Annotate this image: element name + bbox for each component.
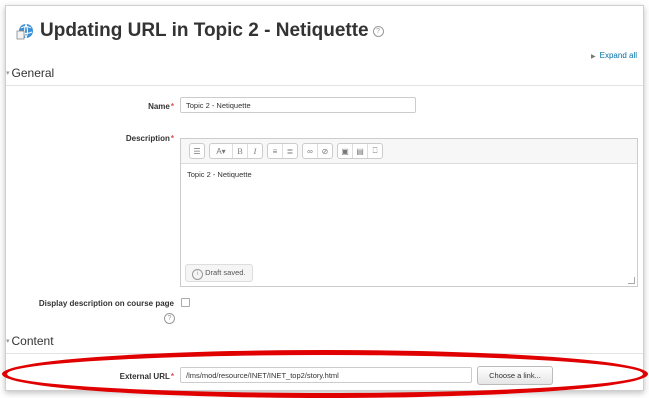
italic-icon[interactable]: I [248,144,262,158]
name-label-text: Name [148,102,170,111]
toolbar-group: A ▾ B I [209,143,263,159]
expand-all-label: Expand all [599,51,637,60]
triangle-right-icon: ▶ [591,54,596,60]
toolbar-group: ∞ ⊘ [302,143,333,159]
font-style-icon[interactable]: A ▾ [210,144,233,158]
help-icon[interactable]: ? [372,25,384,37]
font-style-label: A [216,146,222,156]
required-icon: * [170,372,174,381]
expand-all-link[interactable]: ▶ Expand all [591,51,637,60]
editor-toolbar: ☰ A ▾ B I ≡ ≣ ∞ ⊘ ▣ ▤ ⎕ [181,139,637,164]
page-frame: Updating URL in Topic 2 - Netiquette ? ▶… [5,5,644,391]
section-general[interactable]: ▾ General [6,66,54,80]
url-resource-icon [16,23,33,40]
name-input[interactable]: Topic 2 - Netiquette [180,97,416,113]
image-icon[interactable]: ▣ [338,144,353,158]
section-general-label: General [11,66,55,80]
divider [6,85,643,86]
description-label: Description* [76,134,174,143]
divider [6,353,643,354]
info-icon: i [192,269,203,280]
page-title: Updating URL in Topic 2 - Netiquette ? [16,20,384,42]
bold-icon[interactable]: B [233,144,248,158]
bold-label: B [237,146,243,156]
media-icon[interactable]: ▤ [353,144,368,158]
external-url-input[interactable]: /lms/mod/resource/INET/INET_top2/story.h… [180,367,472,383]
draft-status: i Draft saved. [185,264,253,282]
italic-label: I [253,146,257,156]
draft-status-text: Draft saved. [205,268,246,277]
required-icon: * [170,102,174,111]
chevron-down-icon: ▾ [6,70,10,77]
chevron-down-icon: ▾ [6,338,10,345]
display-description-checkbox[interactable] [181,298,190,307]
name-label: Name* [76,102,174,111]
toolbar-group: ☰ [189,143,205,159]
unordered-list-icon[interactable]: ≡ [268,144,283,158]
toolbar-group: ▣ ▤ ⎕ [337,143,383,159]
section-content[interactable]: ▾ Content [6,334,54,348]
editor-content[interactable]: Topic 2 - Netiquette [181,164,637,185]
external-url-label-text: External URL [119,372,170,381]
external-url-label: External URL* [76,372,174,381]
required-icon: * [170,134,174,143]
display-description-label: Display description on course page [38,299,174,308]
page-title-text: Updating URL in Topic 2 - Netiquette [40,20,369,41]
choose-link-button[interactable]: Choose a link... [477,366,553,385]
unlink-icon[interactable]: ⊘ [318,144,332,158]
help-icon[interactable]: ? [164,313,175,324]
section-content-label: Content [11,334,54,348]
manage-files-icon[interactable]: ⎕ [368,144,382,158]
format-icon[interactable]: ☰ [190,144,204,158]
toolbar-group: ≡ ≣ [267,143,298,159]
link-icon[interactable]: ∞ [303,144,318,158]
resize-handle-icon[interactable] [628,277,635,284]
description-editor[interactable]: ☰ A ▾ B I ≡ ≣ ∞ ⊘ ▣ ▤ ⎕ Topic 2 - Netique… [180,138,638,287]
ordered-list-icon[interactable]: ≣ [283,144,297,158]
description-label-text: Description [125,134,170,143]
